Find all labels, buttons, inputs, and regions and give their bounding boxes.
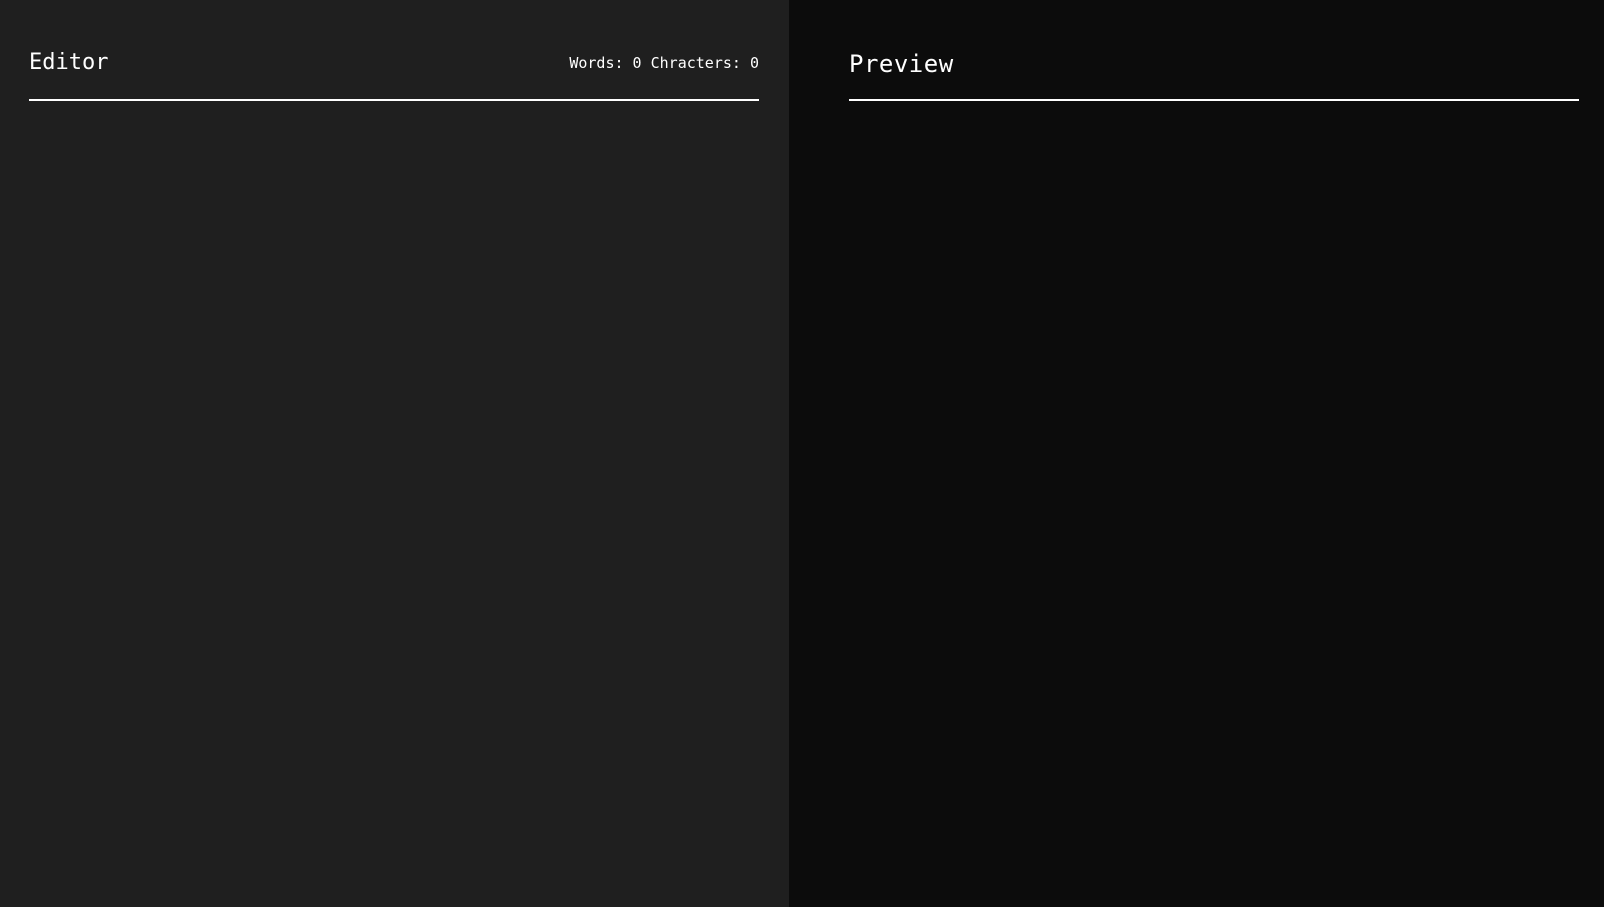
preview-content (849, 101, 1579, 907)
editor-title: Editor (29, 50, 109, 75)
preview-header: Preview (849, 0, 1579, 101)
preview-title: Preview (849, 50, 954, 78)
editor-pane: Editor Words: 0 Chracters: 0 (0, 0, 789, 907)
editor-header: Editor Words: 0 Chracters: 0 (29, 0, 759, 101)
editor-input[interactable] (29, 101, 759, 907)
preview-pane: Preview (789, 0, 1604, 907)
markdown-editor-app: Editor Words: 0 Chracters: 0 Preview (0, 0, 1604, 907)
word-character-count: Words: 0 Chracters: 0 (569, 54, 759, 72)
